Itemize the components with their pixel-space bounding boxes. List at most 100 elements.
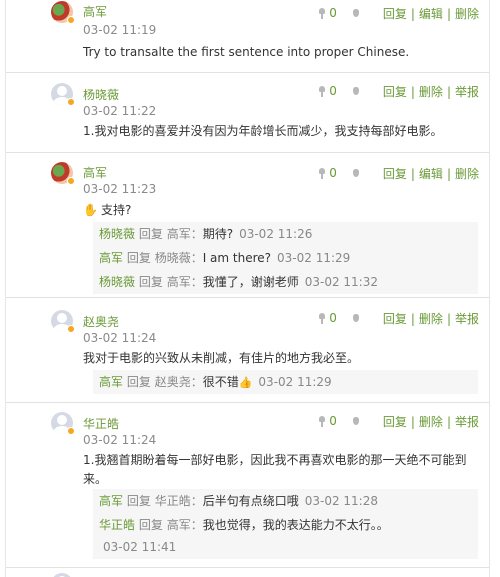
reply-author[interactable]: 杨晓薇 [99, 227, 135, 241]
reply-link[interactable]: 回复 [383, 312, 407, 326]
delete-link[interactable]: 删除 [419, 85, 443, 99]
avatar[interactable] [51, 412, 75, 435]
avatar[interactable] [51, 1, 75, 24]
thumb-up-icon[interactable] [317, 85, 327, 97]
report-link[interactable]: 举报 [455, 415, 479, 429]
comment-actions: 回复 | 删除 | 举报 [382, 311, 479, 326]
reply-text: 后半句有点绕口哦 [202, 494, 299, 508]
comment-tools: 0 回复 | 编辑 | 删除 [317, 5, 479, 21]
reply-item: 华正皓 回复 高军：我也觉得，我的表达能力不太行。。 [93, 513, 478, 537]
reply-link[interactable]: 回复 [383, 167, 407, 181]
comment-tools: 0 回复 | 编辑 | 删除 [317, 165, 479, 181]
delete-link[interactable]: 删除 [419, 415, 443, 429]
edit-link[interactable]: 编辑 [419, 7, 443, 21]
comment-author[interactable]: 高军 [83, 164, 107, 181]
comment-body-line: 来。 [83, 472, 108, 486]
comment-item: 赵奥尧 03-02 11:24 我对于电影的兴致从未削减，有佳片的地方我必至。 … [6, 298, 489, 403]
comment-time: 03-02 11:24 [83, 331, 157, 345]
report-link[interactable]: 举报 [455, 85, 479, 99]
comment-tools: 0 回复 | 删除 | 举报 [317, 83, 479, 99]
thumb-down-icon[interactable] [351, 167, 361, 179]
thumbs-up-emoji: 👍 [238, 376, 253, 389]
thumb-down-icon[interactable] [351, 312, 361, 324]
avatar[interactable] [51, 573, 73, 577]
online-dot-icon [67, 98, 75, 106]
comment-tools: 0 回复 | 删除 | 举报 [317, 413, 479, 429]
thumb-up-icon[interactable] [317, 167, 327, 179]
reply-item: 高军 回复 杨晓薇：I am there? 03-02 11:29 [93, 246, 478, 270]
comment-author[interactable]: 高军 [83, 3, 107, 20]
reply-link[interactable]: 回复 [383, 85, 407, 99]
comment-body: Try to transalte the first sentence into… [83, 45, 410, 59]
online-dot-icon [67, 325, 75, 333]
reply-text: 我懂了，谢谢老师 [202, 275, 299, 289]
avatar[interactable] [51, 83, 75, 106]
delete-link[interactable]: 删除 [455, 167, 479, 181]
comment-item: 高军 03-02 11:23 ✋ 支持? 0 回复 | 编辑 | 删除 杨晓薇 回复 高军… [6, 153, 489, 298]
vote-group: 0 [317, 166, 363, 180]
reply-time: 03-02 11:29 [277, 251, 351, 265]
thumb-up-icon[interactable] [317, 415, 327, 427]
reply-text: 很不错 [202, 375, 239, 389]
comment-body-text: 支持? [100, 203, 132, 217]
reply-author[interactable]: 高军 [99, 375, 123, 389]
reply-verb: 回复 [138, 227, 163, 241]
online-dot-icon [67, 177, 75, 185]
comment-item: 杨晓薇 03-02 11:22 1.我对电影的喜爱并没有因为年龄增长而减少，我支… [6, 73, 489, 153]
reply-author[interactable]: 高军 [99, 494, 123, 508]
delete-link[interactable]: 删除 [419, 312, 443, 326]
comment-time: 03-02 11:19 [83, 23, 157, 37]
reply-target: 华正皓： [154, 494, 203, 508]
reply-author[interactable]: 杨晓薇 [99, 275, 135, 289]
edit-link[interactable]: 编辑 [419, 167, 443, 181]
avatar[interactable] [51, 310, 75, 333]
reply-verb: 回复 [126, 251, 151, 265]
comment-author[interactable]: 华正皓 [83, 415, 119, 432]
comment-author[interactable]: 杨晓薇 [83, 86, 119, 103]
thumb-down-icon[interactable] [351, 7, 361, 19]
avatar[interactable] [51, 162, 75, 185]
comment-actions: 回复 | 编辑 | 删除 [382, 166, 479, 181]
vote-group: 0 [317, 311, 363, 325]
comment-time: 03-02 11:23 [83, 182, 157, 196]
reply-author[interactable]: 华正皓 [99, 518, 135, 532]
reply-target: 高军： [166, 275, 203, 289]
online-dot-icon [67, 16, 75, 24]
comment-item: 高军 03-02 11:19 Try to transalte the firs… [6, 0, 489, 73]
delete-link[interactable]: 删除 [455, 7, 479, 21]
reply-target: 杨晓薇： [154, 251, 203, 265]
reply-author[interactable]: 高军 [99, 251, 123, 265]
thumb-up-icon[interactable] [317, 7, 327, 19]
like-count: 0 [329, 414, 337, 428]
comment-item-partial [6, 568, 489, 577]
report-link[interactable]: 举报 [455, 312, 479, 326]
reply-time: 03-02 11:41 [103, 540, 177, 554]
comment-body: 1.我对电影的喜爱并没有因为年龄增长而减少，我支持每部好电影。 [83, 124, 443, 138]
reply-text: 期待? [202, 227, 234, 241]
thumb-up-icon[interactable] [317, 312, 327, 324]
like-count: 0 [329, 84, 337, 98]
reply-list: 高军 回复 赵奥尧：很不错👍 03-02 11:29 [93, 370, 478, 394]
vote-group: 0 [317, 84, 363, 98]
raised-hand-icon: ✋ [83, 203, 98, 217]
thumb-down-icon[interactable] [351, 85, 361, 97]
vote-group: 0 [317, 414, 363, 428]
reply-time: 03-02 11:26 [239, 227, 313, 241]
reply-text: 我也觉得，我的表达能力不太行。。 [202, 518, 389, 532]
reply-link[interactable]: 回复 [383, 7, 407, 21]
reply-item: 高军 回复 赵奥尧：很不错👍 03-02 11:29 [93, 370, 478, 394]
reply-list: 高军 回复 华正皓：后半句有点绕口哦 03-02 11:28 华正皓 回复 高军：… [93, 489, 478, 559]
like-count: 0 [329, 311, 337, 325]
reply-target: 赵奥尧： [154, 375, 203, 389]
comment-author[interactable]: 赵奥尧 [83, 313, 119, 330]
reply-link[interactable]: 回复 [383, 415, 407, 429]
reply-list: 杨晓薇 回复 高军： 期待? 03-02 11:26 高军 回复 杨晓薇：I am … [93, 222, 478, 294]
reply-verb: 回复 [126, 494, 151, 508]
thumb-down-icon[interactable] [351, 415, 361, 427]
like-count: 0 [329, 166, 337, 180]
vote-group: 0 [317, 6, 363, 20]
reply-time: 03-02 11:28 [304, 494, 378, 508]
reply-verb: 回复 [138, 275, 163, 289]
comment-body: 1.我翘首期盼着每一部好电影，因此我不再喜欢电影的那一天绝不可能到 来。 [83, 451, 473, 489]
reply-item: 杨晓薇 回复 高军：期待? 03-02 11:26 [93, 222, 478, 246]
